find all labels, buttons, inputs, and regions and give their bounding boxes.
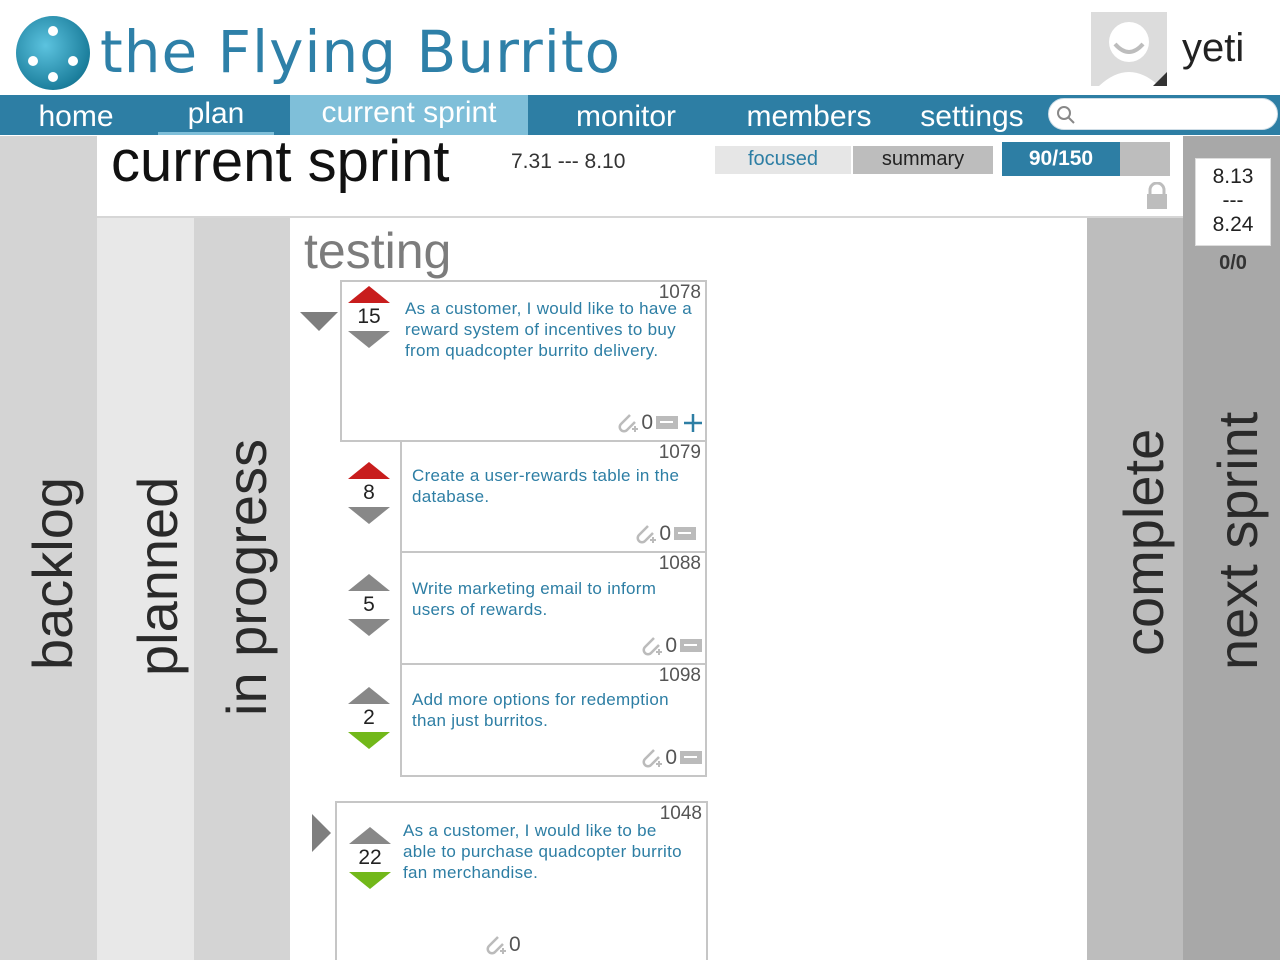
upvote-icon[interactable] bbox=[348, 687, 390, 704]
nav-monitor[interactable]: monitor bbox=[556, 95, 696, 135]
task-points: 8 bbox=[363, 481, 375, 504]
story-text: As a customer, I would like to be able t… bbox=[403, 821, 682, 882]
search-input[interactable] bbox=[1048, 98, 1278, 130]
task-text: Add more options for redemption than jus… bbox=[412, 690, 669, 730]
lane-planned[interactable]: planned bbox=[97, 136, 194, 960]
downvote-icon[interactable] bbox=[348, 331, 390, 348]
username[interactable]: yeti bbox=[1182, 26, 1244, 71]
task-id: 1098 bbox=[658, 665, 701, 686]
attachment-count: 0 bbox=[665, 746, 677, 769]
next-sprint-count: 0/0 bbox=[1219, 252, 1247, 274]
attachment-count: 0 bbox=[641, 411, 653, 434]
avatar[interactable] bbox=[1091, 12, 1167, 86]
task-id: 1088 bbox=[658, 553, 701, 574]
story-points: 22 bbox=[358, 846, 382, 869]
comment-icon[interactable] bbox=[673, 525, 699, 543]
upvote-icon[interactable] bbox=[348, 462, 390, 479]
testing-column: testing 1078 15 As a customer, I would l… bbox=[290, 222, 1087, 960]
search-icon bbox=[1057, 106, 1075, 124]
page-title: current sprint bbox=[111, 129, 450, 194]
lane-in-progress[interactable]: in progress bbox=[194, 136, 290, 960]
lane-label-backlog: backlog bbox=[21, 476, 84, 670]
task-id: 1079 bbox=[658, 442, 701, 463]
downvote-icon[interactable] bbox=[348, 507, 390, 524]
lock-icon[interactable] bbox=[1145, 182, 1169, 210]
story-text: As a customer, I would like to have a re… bbox=[405, 299, 693, 360]
next-sprint-end: 8.24 bbox=[1212, 213, 1254, 236]
vote-control: 15 bbox=[344, 286, 394, 348]
vote-control: 22 bbox=[345, 827, 395, 889]
comment-icon[interactable] bbox=[679, 749, 705, 767]
next-sprint-separator: --- bbox=[1222, 189, 1244, 212]
comment-icon[interactable] bbox=[655, 414, 681, 432]
lane-label-in-progress: in progress bbox=[215, 438, 278, 716]
story-card[interactable]: 1078 15 As a customer, I would like to h… bbox=[340, 280, 707, 442]
task-text: Create a user-rewards table in the datab… bbox=[412, 466, 680, 506]
task-points: 2 bbox=[363, 706, 375, 729]
paperclip-icon[interactable] bbox=[639, 745, 663, 771]
paperclip-icon[interactable] bbox=[615, 410, 639, 436]
story-footer: 0 bbox=[615, 410, 703, 436]
task-card[interactable]: 1098 Add more options for redemption tha… bbox=[400, 663, 707, 777]
lane-label-complete: complete bbox=[1112, 428, 1175, 656]
task-text: Write marketing email to inform users of… bbox=[412, 579, 657, 619]
lane-label-planned: planned bbox=[126, 476, 189, 676]
app-logo bbox=[16, 16, 90, 90]
vote-control: 8 bbox=[344, 462, 394, 524]
story-card[interactable]: 1048 22 As a customer, I would like to b… bbox=[335, 801, 708, 960]
next-sprint-start: 8.13 bbox=[1212, 165, 1254, 188]
attachment-count: 0 bbox=[659, 522, 671, 545]
story-footer: 0 bbox=[483, 932, 521, 958]
lane-complete[interactable]: complete bbox=[1087, 136, 1183, 960]
sprint-points-remaining-bar bbox=[1120, 142, 1170, 176]
triangle-down-icon[interactable] bbox=[300, 312, 338, 331]
app-title: the Flying Burrito bbox=[100, 18, 622, 86]
sprint-header: current sprint 7.31 --- 8.10 focused sum… bbox=[97, 129, 1183, 218]
lane-backlog[interactable]: backlog bbox=[0, 136, 97, 960]
sprint-points: 90/150 bbox=[1002, 142, 1120, 176]
vote-control: 2 bbox=[344, 687, 394, 749]
task-footer: 0 bbox=[633, 521, 699, 547]
story-points: 15 bbox=[357, 305, 381, 328]
upvote-icon[interactable] bbox=[348, 286, 390, 303]
paperclip-icon[interactable] bbox=[633, 521, 657, 547]
task-footer: 0 bbox=[639, 745, 705, 771]
sprint-dates: 7.31 --- 8.10 bbox=[511, 150, 626, 173]
triangle-right-icon[interactable] bbox=[312, 814, 331, 852]
task-points: 5 bbox=[363, 593, 375, 616]
upvote-icon[interactable] bbox=[348, 574, 390, 591]
upvote-icon[interactable] bbox=[349, 827, 391, 844]
next-sprint-dates[interactable]: 8.13 --- 8.24 bbox=[1195, 158, 1271, 246]
downvote-icon[interactable] bbox=[349, 872, 391, 889]
attachment-count: 0 bbox=[665, 634, 677, 657]
downvote-icon[interactable] bbox=[348, 619, 390, 636]
lane-label-next-sprint: next sprint bbox=[1206, 411, 1269, 670]
nav-members[interactable]: members bbox=[730, 95, 888, 135]
attachment-count: 0 bbox=[509, 933, 521, 956]
downvote-icon[interactable] bbox=[348, 732, 390, 749]
tab-summary[interactable]: summary bbox=[853, 146, 993, 174]
plus-icon[interactable] bbox=[683, 413, 703, 433]
nav-settings[interactable]: settings bbox=[906, 95, 1038, 135]
column-title: testing bbox=[304, 223, 452, 279]
vote-control: 5 bbox=[344, 574, 394, 636]
tab-focused[interactable]: focused bbox=[715, 146, 851, 174]
task-card[interactable]: 1079 Create a user-rewards table in the … bbox=[400, 440, 707, 553]
task-footer: 0 bbox=[639, 633, 705, 659]
comment-icon[interactable] bbox=[679, 637, 705, 655]
task-card[interactable]: 1088 Write marketing email to inform use… bbox=[400, 551, 707, 665]
paperclip-icon[interactable] bbox=[639, 633, 663, 659]
paperclip-icon[interactable] bbox=[483, 932, 507, 958]
